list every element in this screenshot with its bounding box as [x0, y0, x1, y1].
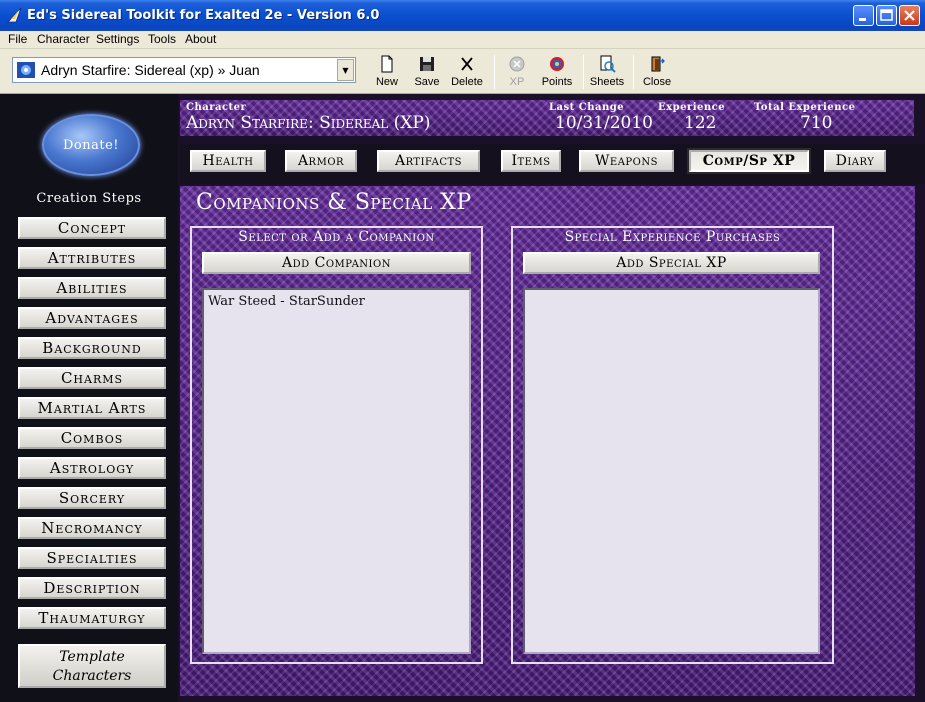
save-icon	[420, 57, 434, 71]
delete-label: Delete	[451, 76, 483, 88]
menu-about[interactable]: About	[185, 32, 216, 46]
step-background[interactable]: Background	[18, 337, 166, 359]
tab-armor[interactable]: Armor	[285, 150, 357, 172]
last-change-value: 10/31/2010	[555, 113, 653, 133]
tab-bar: Health Armor Artifacts Items Weapons Com…	[180, 144, 925, 184]
section-title: Companions & Special XP	[196, 190, 472, 215]
exit-door-icon	[651, 56, 665, 72]
template-label-line2: Characters	[52, 668, 132, 684]
list-item[interactable]: War Steed - StarSunder	[204, 290, 469, 309]
minimize-button[interactable]	[853, 5, 874, 26]
template-characters-button[interactable]: Template Characters	[18, 644, 166, 688]
special-xp-panel: Special Experience Purchases Add Special…	[511, 226, 834, 664]
points-button[interactable]: Points	[538, 53, 576, 91]
minimize-icon	[859, 18, 866, 21]
special-xp-list[interactable]	[523, 288, 820, 654]
dropdown-arrow-icon[interactable]: ▼	[337, 59, 354, 81]
last-change-label: Last Change	[549, 102, 625, 113]
step-description[interactable]: Description	[18, 577, 166, 599]
step-specialties[interactable]: Specialties	[18, 547, 166, 569]
menu-tools[interactable]: Tools	[148, 32, 176, 46]
toolbar-separator	[494, 55, 495, 89]
toolbar-separator	[583, 55, 584, 89]
step-necromancy[interactable]: Necromancy	[18, 517, 166, 539]
tab-health[interactable]: Health	[190, 150, 266, 172]
donate-button[interactable]: Donate!	[42, 114, 140, 176]
character-header: Character Adryn Starfire: Sidereal (XP) …	[180, 100, 914, 136]
save-label: Save	[414, 76, 440, 88]
total-experience-label: Total Experience	[754, 102, 856, 113]
step-astrology[interactable]: Astrology	[18, 457, 166, 479]
donate-label: Donate!	[62, 138, 119, 153]
companions-list[interactable]: War Steed - StarSunder	[202, 288, 471, 654]
step-combos[interactable]: Combos	[18, 427, 166, 449]
window-title: Ed's Sidereal Toolkit for Exalted 2e - V…	[27, 8, 380, 23]
sheets-label: Sheets	[589, 76, 625, 88]
step-abilities[interactable]: Abilities	[18, 277, 166, 299]
xp-button[interactable]: XP	[503, 53, 531, 91]
experience-label: Experience	[658, 102, 726, 113]
tab-weapons[interactable]: Weapons	[579, 150, 674, 172]
step-concept[interactable]: Concept	[18, 217, 166, 239]
new-file-icon	[381, 55, 393, 73]
title-bar[interactable]: Ed's Sidereal Toolkit for Exalted 2e - V…	[0, 0, 925, 31]
maximize-icon	[880, 9, 893, 21]
add-companion-button[interactable]: Add Companion	[202, 252, 471, 274]
template-label-line1: Template	[59, 649, 125, 665]
character-select[interactable]: Adryn Starfire: Sidereal (xp) » Juan ▼	[12, 57, 356, 83]
tab-diary[interactable]: Diary	[824, 150, 886, 172]
app-icon	[7, 7, 22, 23]
step-martial-arts[interactable]: Martial Arts	[18, 397, 166, 419]
main-area: Donate! Creation Steps Concept Attribute…	[0, 94, 925, 702]
xp-icon	[509, 56, 525, 72]
toolbar-separator	[633, 55, 634, 89]
xp-label: XP	[509, 76, 525, 88]
tab-items[interactable]: Items	[501, 150, 561, 172]
points-icon	[550, 57, 564, 71]
delete-button[interactable]: Delete	[449, 53, 485, 91]
tab-artifacts[interactable]: Artifacts	[377, 150, 480, 172]
tab-comp-sp-xp[interactable]: Comp/Sp XP	[687, 148, 811, 174]
creation-steps-heading: Creation Steps	[36, 191, 142, 206]
companions-heading: Select or Add a Companion	[238, 229, 435, 245]
step-charms[interactable]: Charms	[18, 367, 166, 389]
delete-x-icon	[461, 57, 473, 71]
new-button[interactable]: New	[372, 53, 402, 91]
close-label: Close	[642, 76, 672, 88]
sheets-button[interactable]: Sheets	[589, 53, 625, 91]
sidereal-icon	[17, 62, 35, 78]
points-label: Points	[541, 76, 573, 88]
maximize-button[interactable]	[876, 5, 897, 26]
menu-file[interactable]: File	[8, 32, 27, 46]
menu-settings[interactable]: Settings	[96, 32, 139, 46]
close-window-button[interactable]	[899, 5, 920, 26]
content-panel: Companions & Special XP Select or Add a …	[180, 186, 915, 696]
close-icon	[904, 10, 915, 21]
character-name: Adryn Starfire: Sidereal (XP)	[186, 113, 431, 133]
close-button[interactable]: Close	[641, 53, 673, 91]
total-experience-value: 710	[800, 113, 833, 133]
save-button[interactable]: Save	[411, 53, 443, 91]
step-thaumaturgy[interactable]: Thaumaturgy	[18, 607, 166, 629]
character-label: Character	[186, 102, 247, 113]
add-special-xp-button[interactable]: Add Special XP	[523, 252, 820, 274]
special-xp-heading: Special Experience Purchases	[564, 229, 781, 245]
menu-character[interactable]: Character	[37, 32, 90, 46]
companions-panel: Select or Add a Companion Add Companion …	[190, 226, 483, 664]
experience-value: 122	[684, 113, 717, 133]
step-sorcery[interactable]: Sorcery	[18, 487, 166, 509]
new-label: New	[375, 76, 398, 88]
step-attributes[interactable]: Attributes	[18, 247, 166, 269]
menu-bar: File Character Settings Tools About	[0, 31, 925, 49]
sheets-icon	[600, 55, 616, 73]
sidebar: Donate! Creation Steps Concept Attribute…	[0, 94, 178, 702]
toolbar: Adryn Starfire: Sidereal (xp) » Juan ▼ N…	[0, 49, 925, 94]
step-advantages[interactable]: Advantages	[18, 307, 166, 329]
character-select-value: Adryn Starfire: Sidereal (xp) » Juan	[41, 62, 260, 78]
